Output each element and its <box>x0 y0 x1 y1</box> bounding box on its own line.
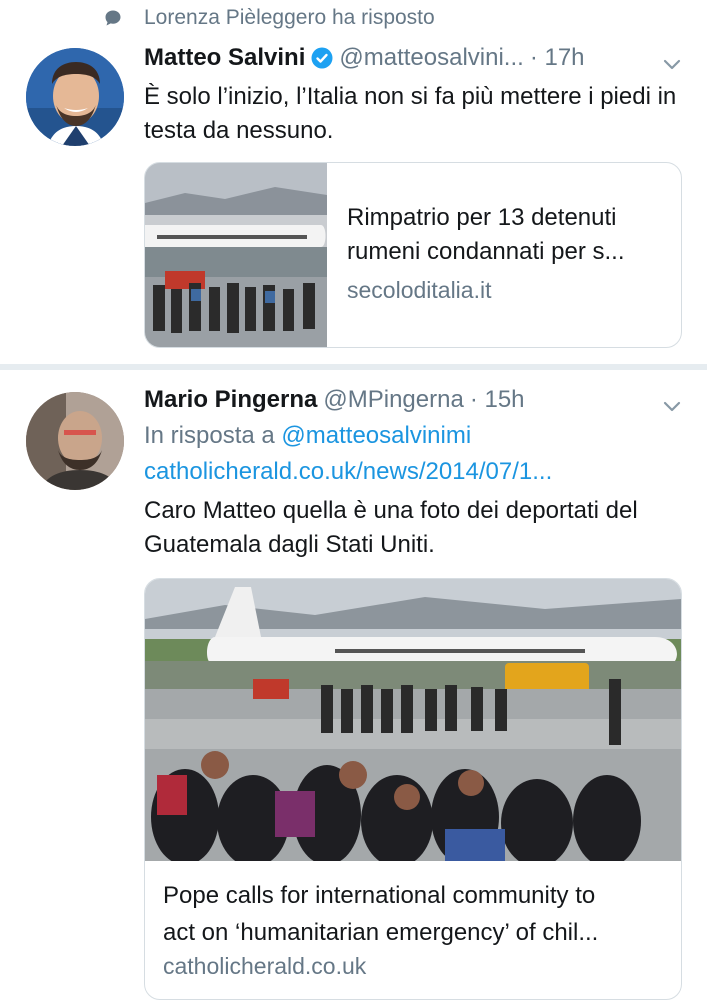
chevron-down-icon[interactable] <box>662 58 682 72</box>
link-card[interactable]: Rimpatrio per 13 detenuti rumeni condann… <box>144 162 682 348</box>
avatar-image <box>26 392 124 490</box>
timestamp[interactable]: · 17h <box>530 44 585 72</box>
user-handle[interactable]: @MPingerna <box>323 386 463 414</box>
tweet-header: Matteo Salvini @matteosalvini... · 17h <box>144 44 585 72</box>
user-handle[interactable]: @matteosalvini... <box>339 44 523 72</box>
reply-prefix: In risposta a <box>144 422 275 449</box>
avatar[interactable] <box>26 48 124 146</box>
tweet-text: È solo l’inizio, l’Italia non si fa più … <box>144 83 677 144</box>
card-title: Rimpatrio per 13 detenuti rumeni condann… <box>347 204 625 265</box>
card-domain: catholicherald.co.uk <box>163 953 367 979</box>
speech-bubble-icon <box>105 10 121 26</box>
card-title: Pope calls for international community t… <box>163 882 599 946</box>
display-name[interactable]: Matteo Salvini <box>144 44 305 72</box>
chevron-down-icon[interactable] <box>662 400 682 414</box>
card-domain: secoloditalia.it <box>347 277 492 303</box>
tweet-header: Mario Pingerna @MPingerna · 15h <box>144 386 525 414</box>
display-name[interactable]: Mario Pingerna <box>144 386 317 414</box>
card-thumbnail <box>145 163 327 347</box>
tweet-url-link[interactable]: catholicherald.co.uk/news/2014/07/1... <box>144 458 552 486</box>
link-card[interactable]: Pope calls for international community t… <box>144 578 682 1000</box>
avatar[interactable] <box>26 392 124 490</box>
avatar-image <box>26 48 124 146</box>
timestamp[interactable]: · 15h <box>470 386 525 414</box>
card-photo <box>145 579 681 861</box>
reply-mention-link[interactable]: @matteosalvinimi <box>281 422 471 449</box>
reply-context: Lorenza Pièleggero ha risposto <box>104 6 435 30</box>
reply-context-text: Lorenza Pièleggero ha risposto <box>144 6 435 29</box>
verified-badge-icon <box>311 47 333 69</box>
reply-to-line: In risposta a @matteosalvinimi <box>144 422 471 450</box>
tweet-text: Caro Matteo quella è una foto dei deport… <box>144 497 638 558</box>
tweet-salvini[interactable]: Lorenza Pièleggero ha risposto Matteo Sa… <box>0 0 707 364</box>
